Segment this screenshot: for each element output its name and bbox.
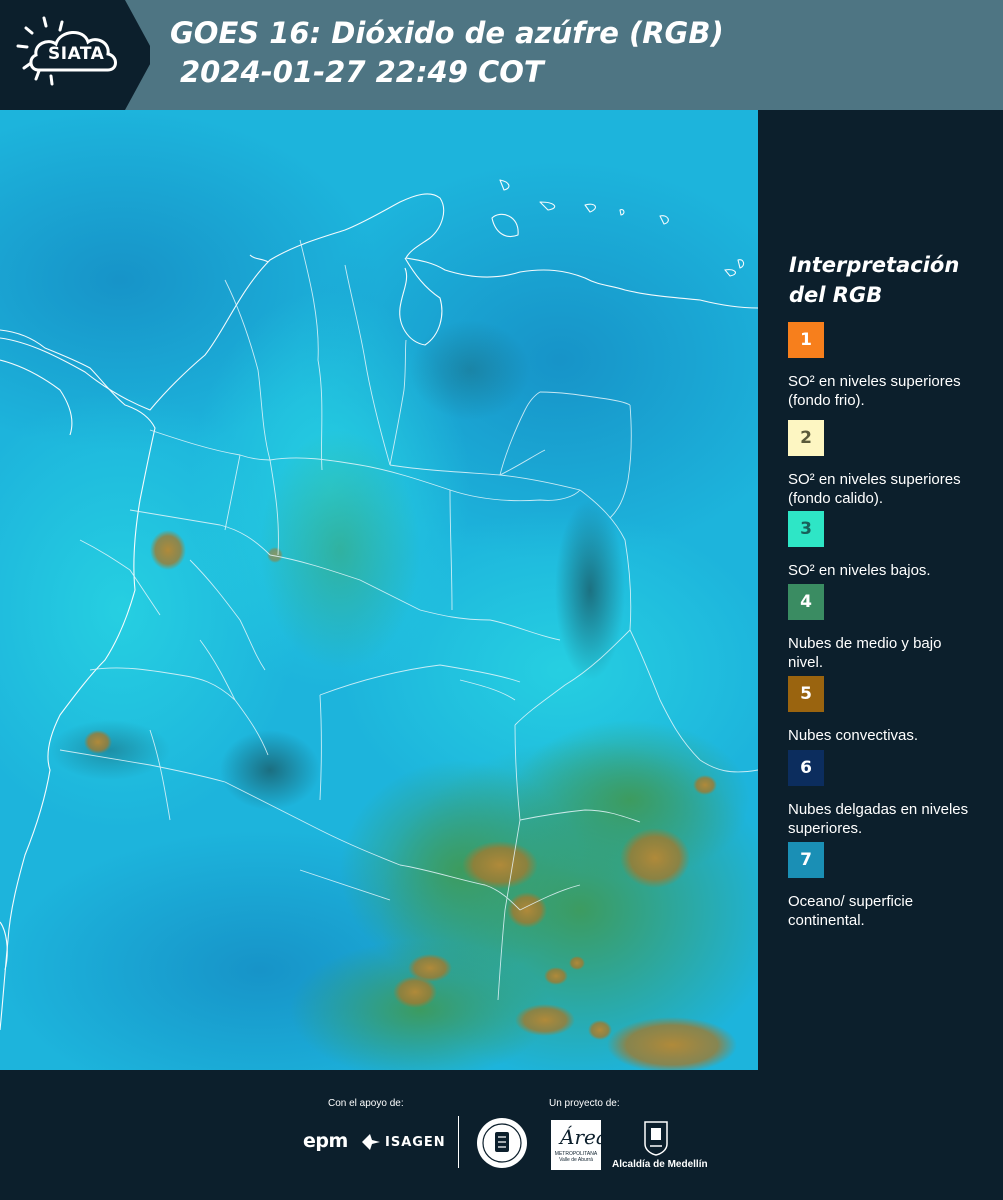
header-bar: SIATA GOES 16: Dióxido de azúfre (RGB) 2…: [0, 0, 1003, 110]
legend-item-5: 5 Nubes convectivas.: [788, 676, 988, 745]
legend-label-6: Nubes delgadas en niveles superiores.: [788, 801, 969, 837]
satellite-map: [0, 110, 758, 1070]
epm-logo: epm: [303, 1130, 348, 1152]
support-label: Con el apoyo de:: [328, 1098, 404, 1109]
legend-item-7: 7 Oceano/ superficie continental.: [788, 842, 988, 930]
legend-swatch-4: 4: [788, 584, 824, 620]
legend-label-3: SO² en niveles bajos.: [788, 562, 931, 579]
legend-item-3: 3 SO² en niveles bajos.: [788, 511, 988, 580]
legend-swatch-6: 6: [788, 750, 824, 786]
alcaldia-label: Alcaldía de Medellín: [612, 1159, 708, 1170]
timestamp: 2024-01-27 22:49 COT: [180, 55, 544, 89]
satellite-imagery: [0, 110, 758, 1070]
alcaldia-shield-icon: [644, 1121, 668, 1156]
footer-divider: [458, 1116, 459, 1168]
legend-label-5: Nubes convectivas.: [788, 727, 919, 744]
legend-title: Interpretación del RGB: [789, 253, 960, 307]
legend-label-4: Nubes de medio y bajo nivel.: [788, 635, 942, 671]
legend-swatch-7: 7: [788, 842, 824, 878]
project-label: Un proyecto de:: [549, 1098, 620, 1109]
isagen-logo: ISAGEN: [385, 1135, 446, 1150]
legend-swatch-5: 5: [788, 676, 824, 712]
page-title: GOES 16: Dióxido de azúfre (RGB): [170, 16, 724, 50]
legend-item-6: 6 Nubes delgadas en niveles superiores.: [788, 750, 988, 838]
footer: Con el apoyo de: Un proyecto de: epm ISA…: [0, 1070, 1003, 1200]
area-metropolitana-logo: Área METROPOLITANA Valle de Aburrá: [551, 1120, 608, 1170]
siata-logo-text: SIATA: [48, 44, 105, 64]
legend-label-7: Oceano/ superficie continental.: [788, 893, 914, 929]
siata-logo: SIATA: [0, 0, 150, 110]
legend-item-4: 4 Nubes de medio y bajo nivel.: [788, 584, 988, 672]
legend-label-1: SO² en niveles superiores (fondo frio).: [788, 373, 961, 409]
isagen-mark-icon: [362, 1134, 380, 1150]
legend-item-1: 1 SO² en niveles superiores (fondo frio)…: [788, 322, 988, 410]
legend-swatch-3: 3: [788, 511, 824, 547]
legend-swatch-2: 2: [788, 420, 824, 456]
area-metropolitana-subtitle: METROPOLITANA Valle de Aburrá: [554, 1151, 598, 1163]
legend-label-2: SO² en niveles superiores (fondo calido)…: [788, 471, 961, 507]
area-metropolitana-mark: Área: [560, 1125, 608, 1149]
medellin-seal-icon: [477, 1118, 527, 1168]
legend-item-2: 2 SO² en niveles superiores (fondo calid…: [788, 420, 988, 508]
legend-swatch-1: 1: [788, 322, 824, 358]
